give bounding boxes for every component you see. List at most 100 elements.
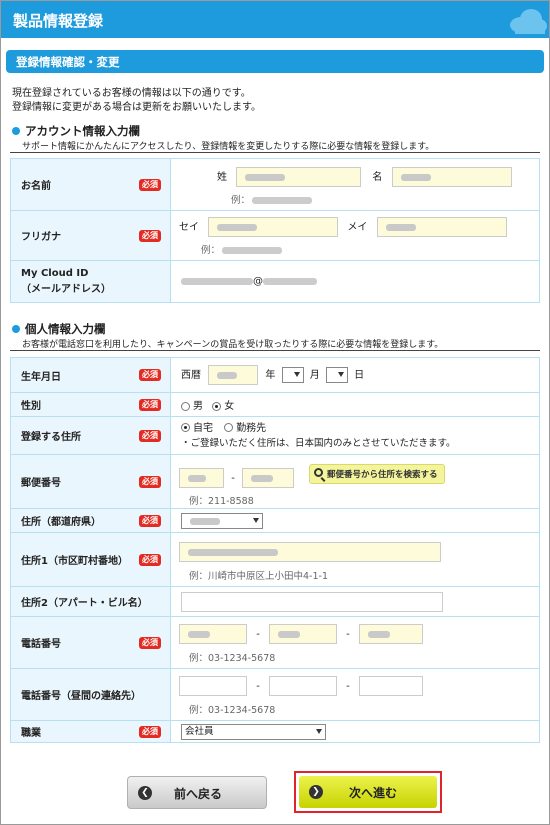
blurred-value (385, 224, 416, 231)
first-name-kana-input[interactable] (376, 217, 507, 237)
gender-female-radio[interactable] (212, 401, 222, 411)
cloud-id-label-cell: My Cloud ID （メールアドレス） (10, 260, 171, 303)
kana-value-cell: セイ メイ 例： (170, 210, 540, 261)
blurred-value (188, 475, 206, 482)
name-label: お名前 (21, 181, 51, 192)
required-badge: 必須 (139, 553, 161, 566)
address-type-value-cell: 自宅 勤務先 ・ご登録いただく住所は、日本国内のみとさせていただきます。 (170, 416, 540, 455)
required-badge: 必須 (139, 178, 161, 191)
phone-example: 例：03-1234-5678 (189, 653, 276, 664)
blurred-value (250, 475, 273, 482)
home-label: 自宅 (193, 422, 213, 434)
cloud-id-label-sub: （メールアドレス） (21, 283, 111, 295)
phone-dash: - (256, 629, 260, 640)
addr1-label-cell: 住所1（市区町村番地） 必須 (10, 532, 171, 587)
dayphone-value-cell: - - 例：03-1234-5678 (170, 668, 540, 721)
blurred-email-user (181, 277, 253, 285)
arrow-right-icon: ❯ (309, 785, 323, 799)
address1-input[interactable] (179, 542, 441, 562)
prefecture-select[interactable] (181, 512, 263, 529)
year-label: 年 (265, 370, 276, 381)
addr1-value-cell: 例：川崎市中原区上小田中4-1-1 (170, 532, 540, 587)
blurred-email-domain (263, 277, 317, 285)
back-button[interactable]: ❮ 前へ戻る (127, 776, 267, 809)
blurred-value (217, 372, 238, 379)
address-home-radio[interactable] (181, 423, 190, 432)
account-form-table: お名前 必須 姓 名 例： フリガナ 必須 セイ メイ 例： My Cloud … (10, 158, 540, 303)
work-label: 勤務先 (236, 422, 267, 434)
mei-label: 名 (372, 172, 383, 183)
birth-day-select[interactable] (325, 367, 348, 383)
phone-3-input[interactable] (358, 624, 423, 644)
blurred-value (245, 174, 286, 181)
postal-label-cell: 郵便番号 必須 (10, 454, 171, 509)
last-name-input[interactable] (236, 167, 362, 187)
address-type-label: 登録する住所 (21, 432, 81, 443)
phone-dash: - (346, 681, 350, 692)
dayphone-1-input[interactable] (179, 676, 247, 696)
job-label-cell: 職業 必須 (10, 720, 171, 743)
occupation-value: 会社員 (185, 725, 214, 737)
postal-search-button[interactable]: 郵便番号から住所を検索する (309, 464, 445, 484)
dayphone-example: 例：03-1234-5678 (189, 705, 276, 716)
day-label: 日 (354, 370, 365, 381)
address-type-label-cell: 登録する住所 必須 (10, 416, 171, 455)
birth-year-input[interactable] (208, 365, 259, 385)
required-badge: 必須 (139, 369, 161, 381)
divider (10, 350, 540, 351)
name-label-cell: お名前 必須 (10, 158, 171, 211)
job-label: 職業 (21, 728, 41, 739)
chevron-down-icon (293, 372, 300, 377)
bullet-icon (12, 127, 20, 135)
required-badge: 必須 (139, 229, 161, 242)
next-button[interactable]: ❯ 次へ進む (299, 776, 437, 808)
name-value-cell: 姓 名 例： (170, 158, 540, 211)
pref-label-cell: 住所（都道府県） 必須 (10, 508, 171, 533)
birth-label: 生年月日 (21, 371, 61, 383)
job-value-cell: 会社員 (170, 720, 540, 743)
postal-code-1-input[interactable] (179, 468, 224, 488)
sei-label: 姓 (217, 172, 227, 183)
addr2-label: 住所2（アパート・ビル名） (21, 598, 148, 609)
last-name-kana-input[interactable] (208, 217, 339, 237)
era-label: 西暦 (181, 370, 201, 381)
address2-input[interactable] (181, 591, 443, 612)
required-badge: 必須 (139, 636, 161, 649)
intro-line-1: 現在登録されているお客様の情報は以下の通りです。 (12, 88, 251, 99)
required-badge: 必須 (139, 429, 161, 442)
first-name-input[interactable] (391, 167, 512, 187)
mei-kana-label: メイ (347, 222, 368, 233)
name-example: 例： (231, 192, 313, 206)
account-heading: アカウント情報入力欄 (12, 123, 140, 139)
female-label: 女 (224, 401, 235, 412)
phone-2-input[interactable] (268, 624, 337, 644)
phone-1-input[interactable] (179, 624, 247, 644)
dayphone-label: 電話番号（昼間の連絡先） (21, 691, 141, 702)
address-work-radio[interactable] (224, 423, 234, 432)
kana-label-cell: フリガナ 必須 (10, 210, 171, 261)
dayphone-2-input[interactable] (268, 676, 337, 696)
next-button-label: 次へ進む (349, 786, 398, 800)
dayphone-3-input[interactable] (358, 676, 423, 696)
personal-heading: 個人情報入力欄 (12, 321, 106, 337)
postal-code-2-input[interactable] (241, 468, 294, 488)
phone-label: 電話番号 (21, 639, 61, 650)
header-bar: 製品情報登録 (1, 1, 549, 38)
sei-kana-label: セイ (179, 222, 199, 233)
blurred-value (188, 549, 278, 556)
gender-male-radio[interactable] (181, 401, 190, 411)
blurred-value (277, 631, 300, 638)
address-note: ・ご登録いただく住所は、日本国内のみとさせていただきます。 (181, 437, 456, 449)
personal-form-table: 生年月日 必須 西暦 年 月 日 性別 必須 男 女 登録する住所 必須 自宅 (10, 357, 540, 743)
phone-label-cell: 電話番号 必須 (10, 616, 171, 669)
addr2-label-cell: 住所2（アパート・ビル名） (10, 586, 171, 617)
gender-label-cell: 性別 必須 (10, 392, 171, 417)
required-badge: 必須 (139, 725, 161, 738)
birth-month-select[interactable] (281, 367, 304, 383)
chevron-down-icon (316, 728, 322, 734)
phone-dash: - (256, 681, 260, 692)
phone-value-cell: - - 例：03-1234-5678 (170, 616, 540, 669)
occupation-select[interactable]: 会社員 (181, 723, 326, 740)
month-label: 月 (309, 370, 320, 381)
kana-example: 例： (201, 242, 283, 256)
